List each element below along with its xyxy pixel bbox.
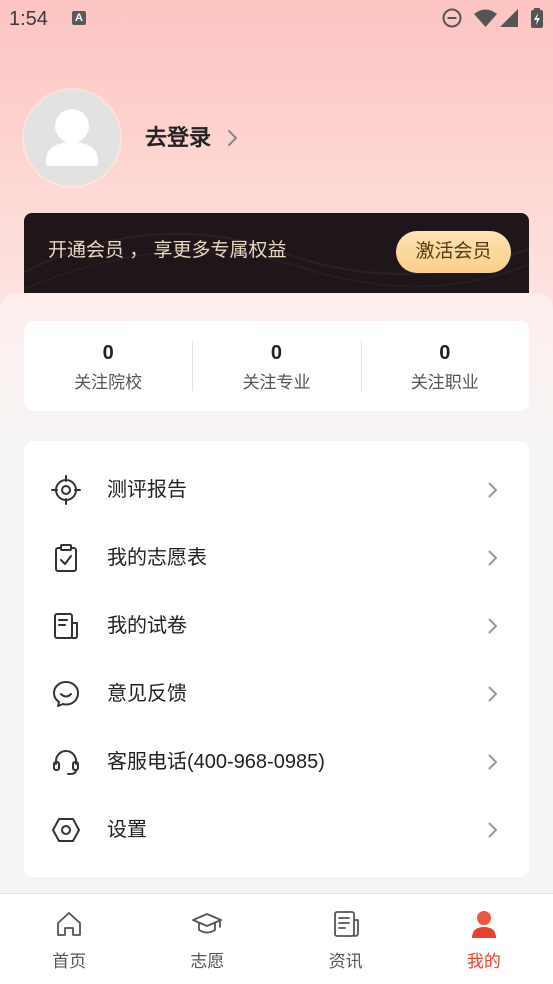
tab-mine[interactable]: 我的: [415, 894, 553, 984]
menu-item-feedback[interactable]: 意见反馈: [24, 660, 529, 728]
notification-a-icon: A: [72, 11, 86, 25]
stat-value: 0: [270, 342, 283, 364]
vip-banner[interactable]: 开通会员 ， 享更多专属权益 激活会员: [24, 213, 529, 297]
settings-hexagon-icon: [52, 818, 80, 842]
stat-label: 关注职业: [410, 373, 479, 392]
status-time: 1:54: [9, 8, 48, 30]
status-icons: [442, 8, 543, 28]
menu-item-assessment-report[interactable]: 测评报告: [24, 456, 529, 524]
menu-item-label: 客服电话(400-968-0985): [107, 751, 325, 773]
follow-stats-card: 0 关注院校 0 关注专业 0 关注职业: [24, 321, 529, 411]
chevron-right-icon: [488, 686, 497, 702]
divider: [192, 341, 193, 391]
tab-label: 志愿: [190, 952, 225, 971]
login-link[interactable]: 去登录: [145, 124, 211, 152]
clipboard-check-icon: [55, 544, 77, 572]
menu-item-label: 意见反馈: [107, 683, 187, 705]
default-avatar-icon: [46, 109, 98, 166]
headset-icon: [53, 750, 79, 775]
chevron-right-icon: [488, 550, 497, 566]
exam-paper-icon: [54, 613, 78, 639]
tab-label: 首页: [52, 952, 87, 971]
news-icon: [333, 911, 359, 937]
vip-banner-text: 开通会员 ， 享更多专属权益: [48, 240, 287, 261]
menu-item-my-exam-papers[interactable]: 我的试卷: [24, 592, 529, 660]
menu-item-label: 我的志愿表: [107, 547, 207, 569]
divider: [361, 341, 362, 391]
tab-home[interactable]: 首页: [0, 894, 138, 984]
stat-label: 关注院校: [74, 373, 143, 392]
wifi-icon: [474, 9, 497, 27]
stat-followed-careers[interactable]: 0 关注职业: [361, 321, 529, 411]
target-icon: [51, 475, 81, 505]
menu-item-label: 我的试卷: [107, 615, 187, 637]
menu-card: 测评报告 我的志愿表 我的试卷 意见反馈 客服电话(400-968-0985) …: [24, 441, 529, 877]
chevron-right-icon: [488, 754, 497, 770]
feedback-chat-icon: [53, 681, 79, 707]
user-icon: [471, 911, 496, 938]
activate-vip-button[interactable]: 激活会员: [396, 231, 511, 273]
menu-item-customer-service-phone[interactable]: 客服电话(400-968-0985): [24, 728, 529, 796]
stat-label: 关注专业: [242, 373, 311, 392]
stat-value: 0: [439, 342, 451, 364]
chevron-right-icon: [488, 822, 497, 838]
menu-item-settings[interactable]: 设置: [24, 796, 529, 864]
tab-applications[interactable]: 志愿: [138, 894, 276, 984]
tab-label: 资讯: [328, 952, 363, 971]
menu-item-label: 测评报告: [107, 479, 187, 501]
avatar[interactable]: [24, 90, 120, 186]
chevron-right-icon: [488, 482, 497, 498]
chevron-right-icon[interactable]: [227, 129, 239, 147]
home-icon: [57, 912, 82, 936]
graduation-cap-icon: [192, 913, 223, 934]
do-not-disturb-icon: [442, 8, 462, 28]
stat-value: 0: [102, 342, 114, 364]
tab-news[interactable]: 资讯: [277, 894, 415, 984]
menu-item-my-application-list[interactable]: 我的志愿表: [24, 524, 529, 592]
battery-charging-icon: [531, 8, 543, 28]
chevron-right-icon: [488, 618, 497, 634]
tab-label: 我的: [466, 952, 501, 971]
bottom-tab-bar: 首页 志愿 资讯 我的: [0, 893, 553, 984]
menu-item-label: 设置: [107, 819, 147, 841]
stat-followed-schools[interactable]: 0 关注院校: [24, 321, 192, 411]
stat-followed-majors[interactable]: 0 关注专业: [192, 321, 360, 411]
signal-icon: [500, 9, 518, 27]
